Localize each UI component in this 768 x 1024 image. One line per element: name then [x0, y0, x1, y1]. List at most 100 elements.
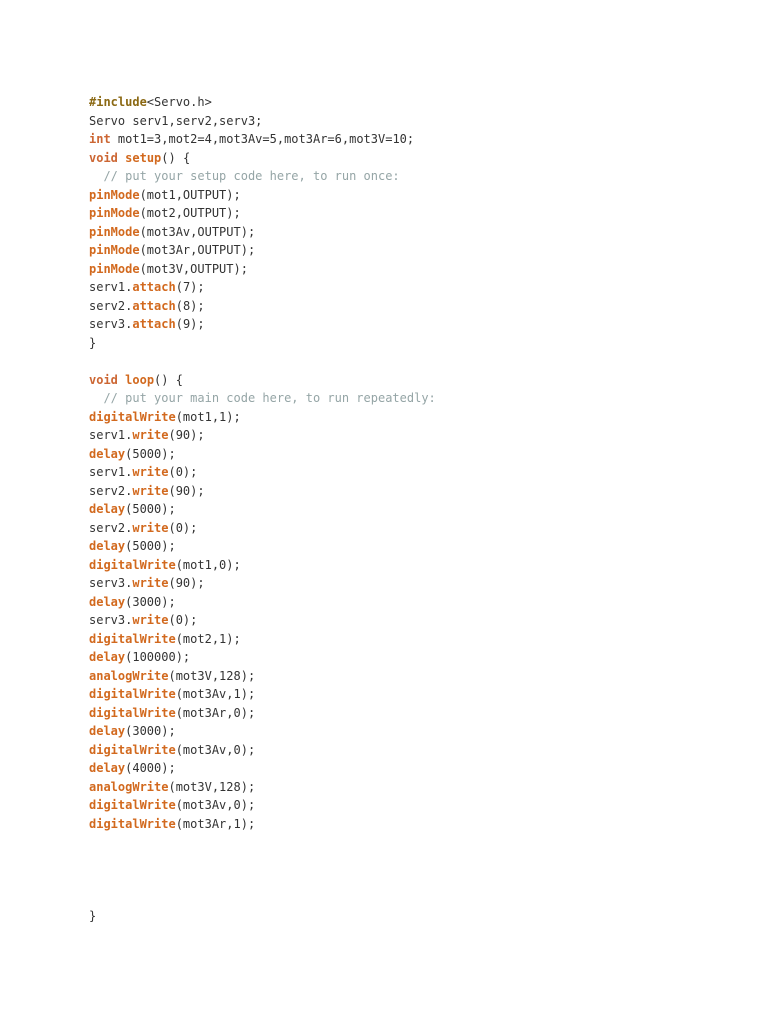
code-token: pinMode	[89, 243, 140, 257]
code-line: delay(3000);	[89, 593, 436, 612]
code-line: delay(100000);	[89, 648, 436, 667]
code-token: // put your main code here, to run repea…	[89, 391, 436, 405]
code-token: serv3.	[89, 613, 133, 627]
code-token: attach	[132, 280, 176, 294]
code-token: (8);	[175, 298, 205, 313]
code-line: pinMode(mot3Av,OUTPUT);	[89, 223, 436, 242]
code-token: // put your setup code here, to run once…	[89, 169, 400, 183]
code-token: }	[89, 909, 97, 923]
code-token: analogWrite	[89, 779, 169, 794]
code-line: digitalWrite(mot3Av,1);	[89, 685, 436, 704]
code-line: digitalWrite(mot1,1);	[89, 408, 436, 427]
code-token: write	[132, 465, 169, 479]
code-token: (90);	[168, 576, 205, 590]
code-token: #include	[89, 95, 147, 109]
code-line: digitalWrite(mot1,0);	[89, 556, 436, 575]
code-token: serv1.	[89, 465, 133, 479]
code-token: (mot3Ar,1);	[175, 816, 256, 831]
code-token: delay	[89, 594, 126, 609]
code-line: serv2.write(90);	[89, 482, 436, 501]
code-token: pinMode	[89, 224, 140, 239]
code-line: #include<Servo.h>	[89, 93, 436, 112]
code-token: (100000);	[125, 650, 191, 664]
code-token: (mot3Av,1);	[175, 687, 256, 701]
code-token: serv3.	[89, 576, 133, 590]
code-token: digitalWrite	[89, 631, 176, 646]
code-token: int	[89, 132, 111, 146]
code-token: () {	[154, 372, 183, 387]
code-token: serv1.	[89, 280, 133, 294]
code-token: (mot3V,128);	[168, 779, 256, 794]
code-token: pinMode	[89, 187, 140, 202]
code-block: #include<Servo.h> Servo serv1,serv2,serv3…	[89, 93, 436, 926]
code-token: (mot3Ar,0);	[175, 705, 256, 720]
code-token: write	[132, 576, 169, 590]
code-token: (90);	[168, 428, 205, 442]
code-token: delay	[89, 446, 126, 461]
code-line: digitalWrite(mot3Ar,1);	[89, 815, 436, 834]
code-token: void	[89, 372, 118, 387]
code-token: pinMode	[89, 206, 140, 220]
code-token: serv3.	[89, 317, 133, 331]
document-page: #include<Servo.h> Servo serv1,serv2,serv3…	[0, 0, 768, 1024]
code-token: (mot3Av,OUTPUT);	[139, 224, 256, 239]
code-token: (mot3V,128);	[168, 668, 256, 683]
code-token: delay	[89, 724, 126, 738]
code-token: (mot1,OUTPUT);	[139, 187, 241, 202]
code-line: pinMode(mot3V,OUTPUT);	[89, 260, 436, 279]
code-line: serv1.attach(7);	[89, 278, 436, 297]
code-line: }	[89, 334, 436, 353]
code-token: delay	[89, 539, 126, 553]
code-line: serv1.write(90);	[89, 426, 436, 445]
code-line: pinMode(mot3Ar,OUTPUT);	[89, 241, 436, 260]
code-line: }	[89, 907, 436, 926]
code-token: attach	[132, 317, 176, 331]
code-line: serv1.write(0);	[89, 463, 436, 482]
code-token: () {	[161, 150, 191, 165]
code-token: (90);	[168, 483, 205, 498]
code-token: delay	[89, 650, 126, 664]
code-line: delay(4000);	[89, 759, 436, 778]
code-token: (9);	[175, 317, 205, 331]
code-token: (5000);	[125, 539, 176, 553]
code-token: (0);	[168, 520, 198, 535]
code-line: digitalWrite(mot3Av,0);	[89, 741, 436, 760]
code-token: Servo serv1,serv2,serv3;	[89, 113, 263, 128]
code-token: digitalWrite	[89, 816, 176, 831]
code-line: analogWrite(mot3V,128);	[89, 778, 436, 797]
code-token: (mot3Av,0);	[175, 742, 256, 757]
code-token: (0);	[168, 465, 198, 479]
code-line: delay(5000);	[89, 500, 436, 519]
code-token: (mot2,OUTPUT);	[139, 206, 241, 220]
code-line: serv2.attach(8);	[89, 297, 436, 316]
code-token: loop	[125, 372, 155, 387]
code-token: digitalWrite	[89, 798, 176, 812]
code-token: digitalWrite	[89, 687, 176, 701]
code-line: serv2.write(0);	[89, 519, 436, 538]
code-token: (mot3V,OUTPUT);	[139, 261, 248, 276]
code-line: // put your setup code here, to run once…	[89, 167, 436, 186]
code-token: serv2.	[89, 483, 133, 498]
code-token: (mot3Av,0);	[175, 798, 256, 812]
code-token: (mot1,1);	[175, 409, 241, 424]
code-line: serv3.write(90);	[89, 574, 436, 593]
code-token: (0);	[168, 613, 198, 627]
code-token: (7);	[175, 280, 205, 294]
code-token: pinMode	[89, 261, 140, 276]
code-line: serv3.attach(9);	[89, 315, 436, 334]
code-token: serv1.	[89, 428, 133, 442]
code-line: Servo serv1,serv2,serv3;	[89, 112, 436, 131]
code-token: digitalWrite	[89, 742, 176, 757]
code-line: int mot1=3,mot2=4,mot3Av=5,mot3Ar=6,mot3…	[89, 130, 436, 149]
code-line: pinMode(mot2,OUTPUT);	[89, 204, 436, 223]
code-line: analogWrite(mot3V,128);	[89, 667, 436, 686]
code-token: (5000);	[125, 446, 176, 461]
code-token: write	[132, 428, 169, 442]
code-token: (mot2,1);	[175, 631, 241, 646]
code-token: write	[132, 613, 169, 627]
code-line: pinMode(mot1,OUTPUT);	[89, 186, 436, 205]
